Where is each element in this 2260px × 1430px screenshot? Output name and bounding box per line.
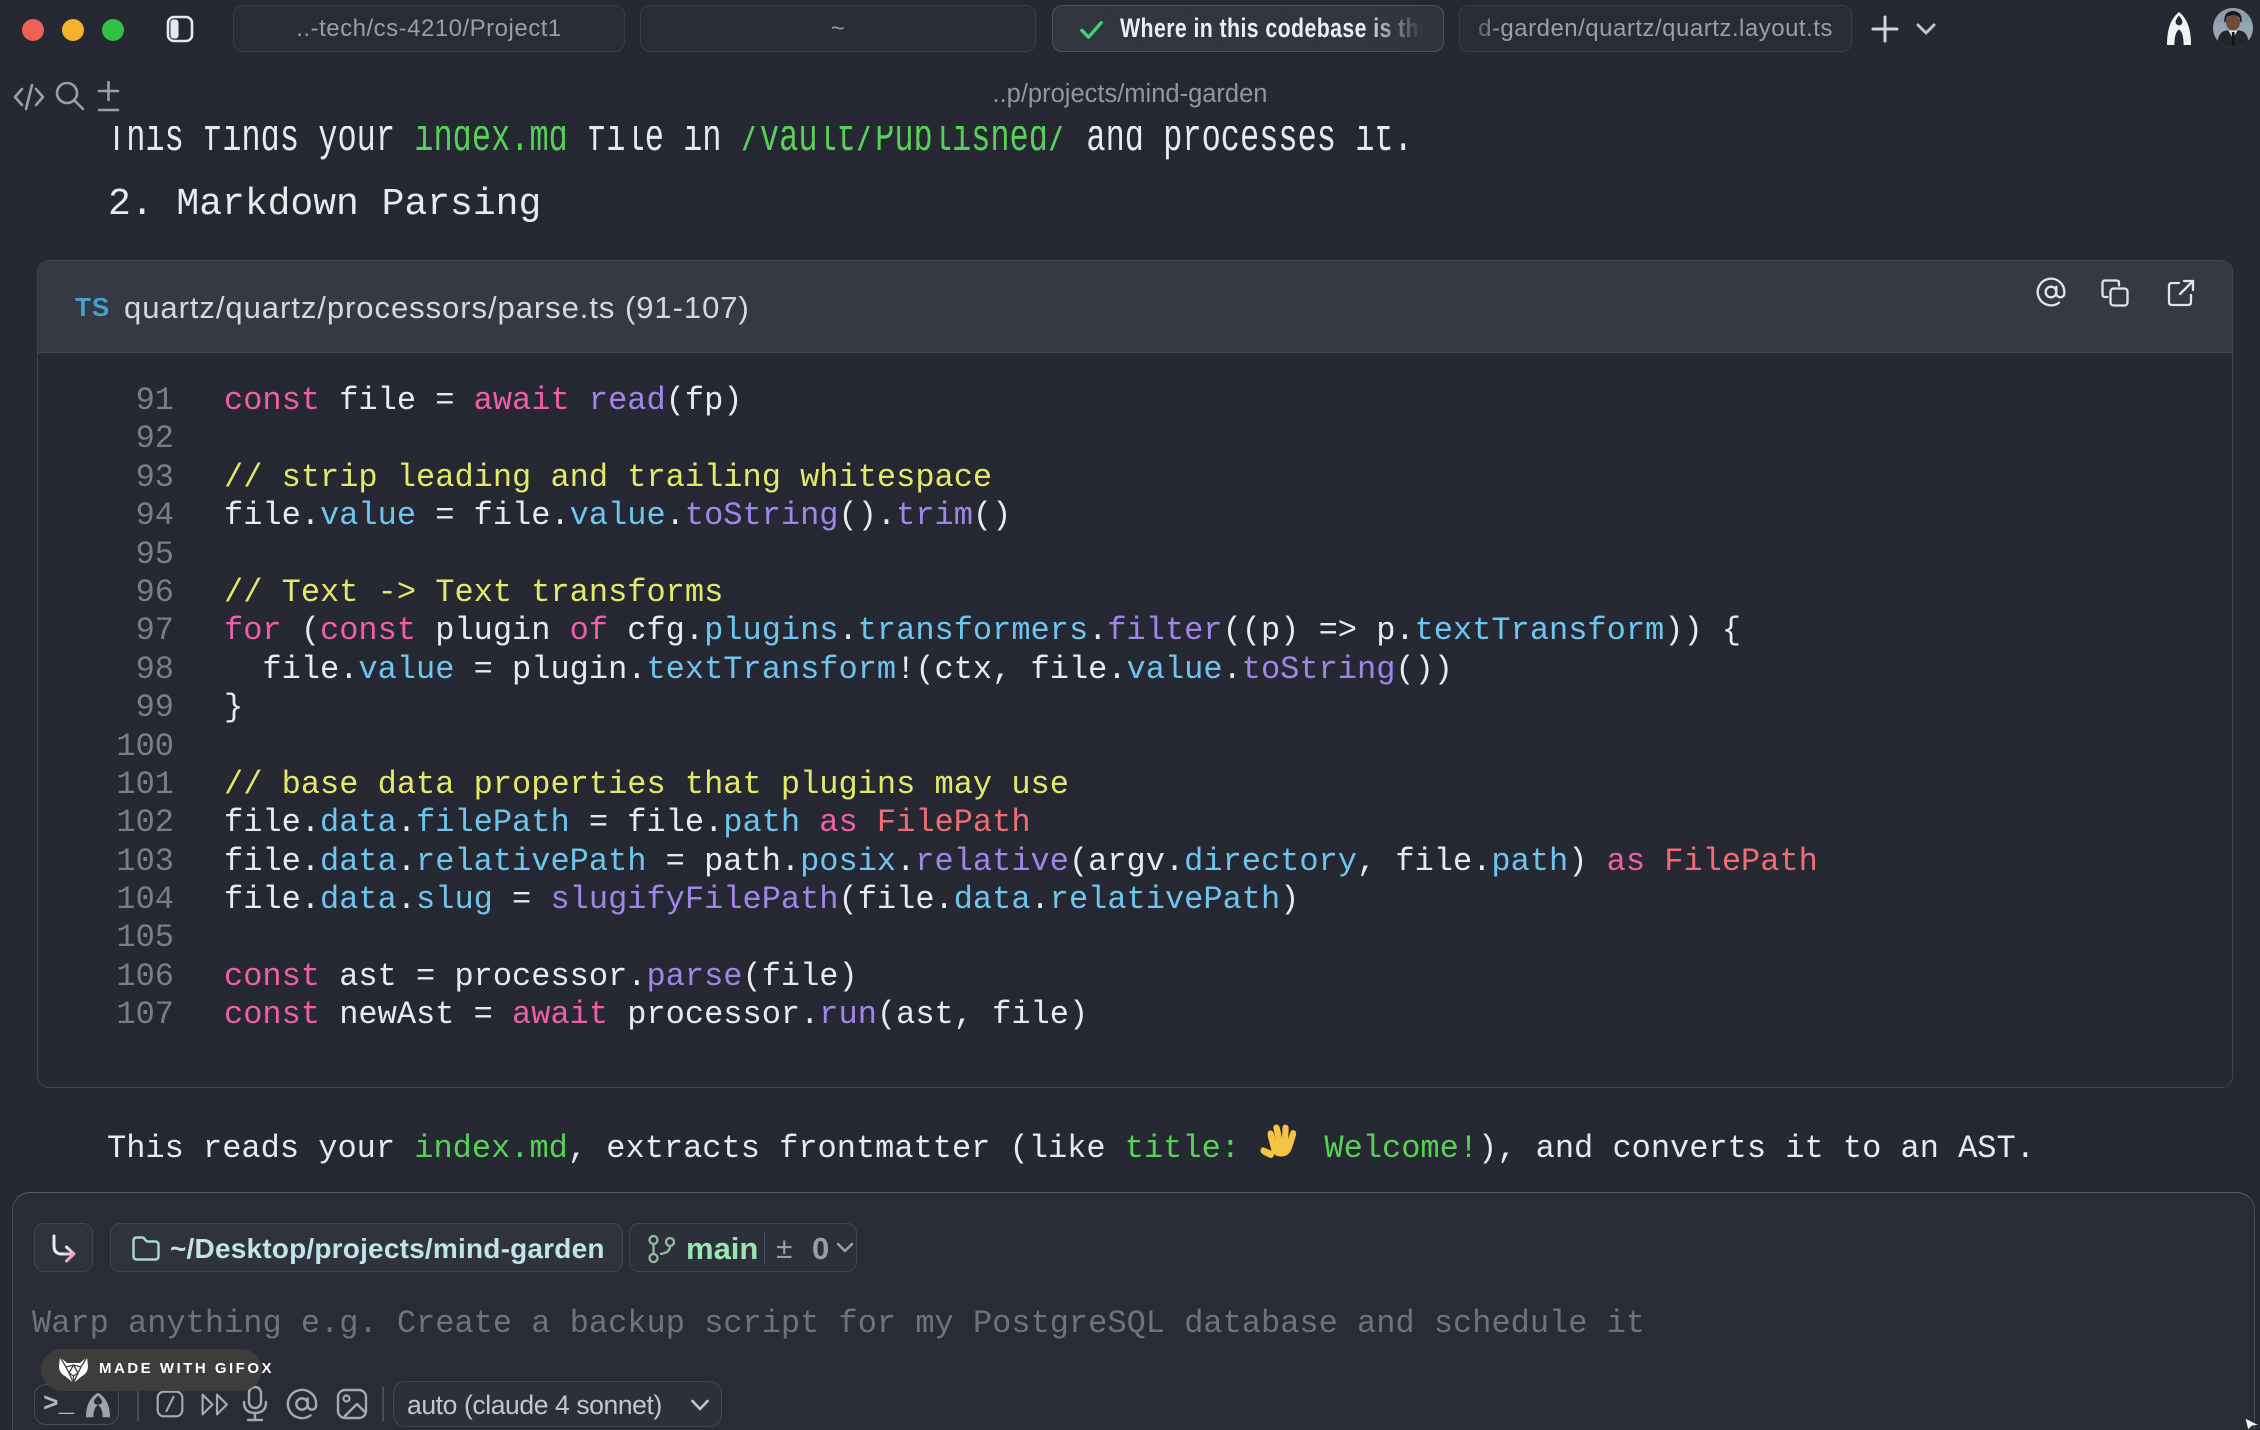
svg-text:This finds your index.md file: This finds your index.md file in /vault/… <box>107 126 1413 164</box>
